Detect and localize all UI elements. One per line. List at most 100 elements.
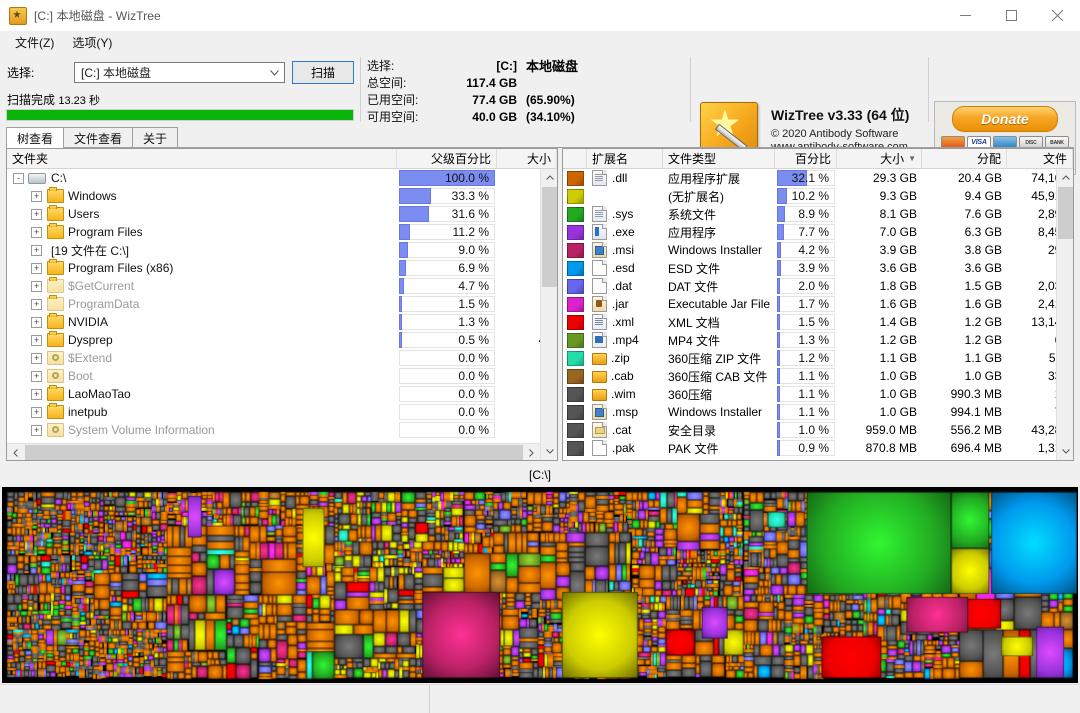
tree-row[interactable]: +Program Files11.2 % [7, 223, 557, 241]
tree-row-name-cell: +inetpub [7, 403, 397, 421]
expand-icon[interactable]: + [31, 263, 42, 274]
tab-tree-view[interactable]: 树查看 [6, 127, 64, 148]
file-type-icon [592, 278, 607, 294]
tree-row[interactable]: +Dysprep0.5 %47 [7, 331, 557, 349]
file-type-size: 9.3 GB [837, 187, 922, 205]
window-title-app: WizTree [116, 9, 161, 23]
file-type-row[interactable]: .mspWindows Installer1.1 %1.0 GB994.1 MB… [563, 403, 1073, 421]
tree-row[interactable]: +Users31.6 %3 [7, 205, 557, 223]
file-type-extension-cell [587, 187, 663, 205]
tab-file-view[interactable]: 文件查看 [63, 127, 133, 148]
tree-row[interactable]: +$Extend0.0 %4 [7, 349, 557, 367]
tree-row[interactable]: -C:\100.0 %9 [7, 169, 557, 187]
donate-button[interactable]: Donate [952, 106, 1058, 132]
expand-icon[interactable]: + [31, 227, 42, 238]
percent-bar-fill [777, 242, 781, 258]
file-types-header-4[interactable]: 大小▼ [837, 149, 922, 169]
drive-select[interactable]: [C:] 本地磁盘 [74, 62, 285, 83]
file-type-allocated: 1.6 GB [922, 295, 1007, 313]
tab-about[interactable]: 关于 [132, 127, 178, 148]
file-types-header-1[interactable]: 扩展名 [587, 149, 663, 169]
scroll-down-icon[interactable] [1057, 443, 1074, 460]
expand-icon[interactable]: + [31, 389, 42, 400]
file-type-row[interactable]: .pakPAK 文件0.9 %870.8 MB696.4 MB1,313 [563, 439, 1073, 457]
tree-row-label: C:\ [51, 171, 66, 185]
scroll-up-icon[interactable] [1057, 169, 1074, 186]
menu-options[interactable]: 选项(Y) [63, 32, 121, 53]
tree-row-label: Windows [68, 189, 117, 203]
tree-row[interactable]: +$GetCurrent4.7 % [7, 277, 557, 295]
expand-icon[interactable]: + [31, 317, 42, 328]
file-type-row[interactable]: .cat安全目录1.0 %959.0 MB556.2 MB43,287 [563, 421, 1073, 439]
file-type-row[interactable]: .esdESD 文件3.9 %3.6 GB3.6 GB1 [563, 259, 1073, 277]
expand-icon[interactable]: + [31, 281, 42, 292]
file-types-header-2[interactable]: 文件类型 [663, 149, 775, 169]
file-type-icon [592, 296, 607, 312]
expand-icon[interactable]: + [31, 299, 42, 310]
close-icon[interactable] [1034, 0, 1080, 31]
expand-icon[interactable]: + [31, 407, 42, 418]
scan-button[interactable]: 扫描 [292, 61, 354, 84]
tree-row[interactable]: +System Volume Information0.0 % [7, 421, 557, 439]
file-types-header-3[interactable]: 百分比 [775, 149, 837, 169]
file-type-row[interactable]: .exe应用程序7.7 %7.0 GB6.3 GB8,453 [563, 223, 1073, 241]
file-type-name: DAT 文件 [663, 277, 775, 295]
scroll-right-icon[interactable] [523, 444, 540, 461]
tree-scroll-thumb[interactable] [542, 187, 557, 287]
file-type-row[interactable]: .sys系统文件8.9 %8.1 GB7.6 GB2,898 [563, 205, 1073, 223]
treemap[interactable] [2, 487, 1078, 683]
file-type-row[interactable]: .datDAT 文件2.0 %1.8 GB1.5 GB2,035 [563, 277, 1073, 295]
expand-icon[interactable]: + [31, 353, 42, 364]
file-types-header-5[interactable]: 分配 [922, 149, 1007, 169]
file-types-header-0[interactable] [563, 149, 587, 169]
tree-row[interactable]: +inetpub0.0 %2 [7, 403, 557, 421]
scroll-up-icon[interactable] [541, 169, 558, 186]
file-type-row[interactable]: .wim360压缩1.1 %1.0 GB990.3 MB17 [563, 385, 1073, 403]
expand-icon[interactable]: + [31, 371, 42, 382]
tree-row[interactable]: +Boot0.0 %1 [7, 367, 557, 385]
expand-icon[interactable]: + [31, 191, 42, 202]
tree-row-percent: 0.5 % [458, 331, 489, 349]
tree-row[interactable]: +Program Files (x86)6.9 % [7, 259, 557, 277]
file-type-row[interactable]: .zip360压缩 ZIP 文件1.2 %1.1 GB1.1 GB511 [563, 349, 1073, 367]
tree-vertical-scrollbar[interactable] [540, 169, 557, 460]
file-type-row[interactable]: (无扩展名)10.2 %9.3 GB9.4 GB45,912 [563, 187, 1073, 205]
file-types-header-6[interactable]: 文件 [1007, 149, 1073, 169]
about-copyright: © 2020 Antibody Software [771, 128, 909, 140]
scroll-left-icon[interactable] [7, 444, 24, 461]
maximize-icon[interactable] [988, 0, 1034, 31]
file-type-row[interactable]: .jarExecutable Jar File1.7 %1.6 GB1.6 GB… [563, 295, 1073, 313]
tree-row[interactable]: +Windows33.3 %3 [7, 187, 557, 205]
tree-row-name-cell: +Boot [7, 367, 397, 385]
tree-header-2[interactable]: 大小 [497, 149, 557, 169]
expand-icon[interactable]: + [31, 425, 42, 436]
tree-row-percent-cell: 4.7 % [397, 277, 497, 295]
tree-row[interactable]: +[19 文件在 C:\]9.0 % [7, 241, 557, 259]
collapse-icon[interactable]: - [13, 173, 24, 184]
expand-icon[interactable]: + [31, 245, 42, 256]
file-type-size: 3.6 GB [837, 259, 922, 277]
file-type-row[interactable]: .cab360压缩 CAB 文件1.1 %1.0 GB1.0 GB339 [563, 367, 1073, 385]
tree-row[interactable]: +NVIDIA1.3 % [7, 313, 557, 331]
file-type-extension: .jar [612, 297, 629, 311]
tree-hscroll-thumb[interactable] [25, 445, 523, 460]
file-type-row[interactable]: .xmlXML 文档1.5 %1.4 GB1.2 GB13,143 [563, 313, 1073, 331]
tree-header-1[interactable]: 父级百分比 [397, 149, 497, 169]
treemap-canvas[interactable] [3, 488, 1077, 682]
expand-icon[interactable]: + [31, 209, 42, 220]
scroll-down-icon[interactable] [541, 443, 558, 460]
menu-file[interactable]: 文件(Z) [6, 32, 63, 53]
tree-row[interactable]: +ProgramData1.5 % [7, 295, 557, 313]
percent-bar-fill [777, 278, 780, 294]
file-type-row[interactable]: .mp4MP4 文件1.3 %1.2 GB1.2 GB66 [563, 331, 1073, 349]
file-type-row[interactable]: .dll应用程序扩展32.1 %29.3 GB20.4 GB74,160 [563, 169, 1073, 187]
minimize-icon[interactable] [942, 0, 988, 31]
file-types-scroll-thumb[interactable] [1058, 187, 1073, 239]
file-types-vertical-scrollbar[interactable] [1056, 169, 1073, 460]
file-type-color-cell [563, 169, 587, 187]
tree-row[interactable]: +LaoMaoTao0.0 % [7, 385, 557, 403]
tree-horizontal-scrollbar[interactable] [7, 443, 540, 460]
expand-icon[interactable]: + [31, 335, 42, 346]
file-type-row[interactable]: .msiWindows Installer4.2 %3.9 GB3.8 GB29… [563, 241, 1073, 259]
tree-header-0[interactable]: 文件夹 [7, 149, 397, 169]
